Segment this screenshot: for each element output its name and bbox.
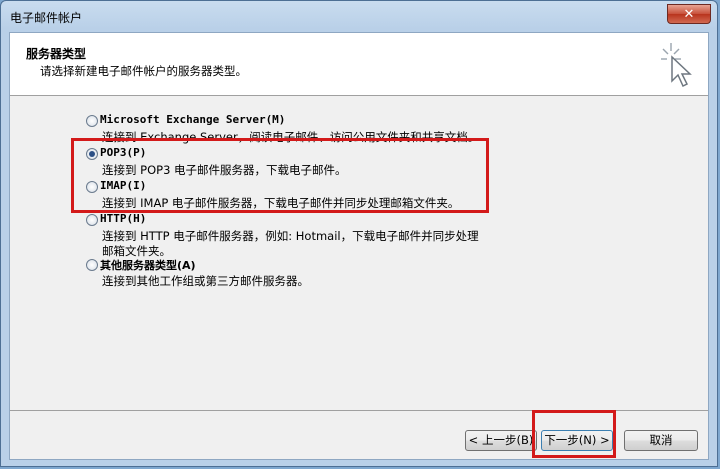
radio-exchange[interactable] (86, 115, 98, 127)
option-label-http: HTTP(H) (100, 212, 147, 225)
highlight-box-next-button (532, 410, 616, 458)
option-desc-http-line1: 连接到 HTTP 电子邮件服务器，例如: Hotmail，下载电子邮件并同步处理 (102, 229, 479, 243)
option-desc-other: 连接到其他工作组或第三方邮件服务器。 (102, 274, 309, 288)
option-desc-http-line2: 邮箱文件夹。 (102, 244, 171, 258)
close-button[interactable]: ✕ (667, 4, 711, 24)
cursor-sparkle-icon (661, 43, 692, 88)
page-subtitle: 请选择新建电子邮件帐户的服务器类型。 (40, 64, 247, 78)
highlight-box-pop3-imap (71, 138, 489, 213)
radio-http[interactable] (86, 214, 98, 226)
window-title: 电子邮件帐户 (10, 11, 83, 25)
radio-other[interactable] (86, 259, 98, 271)
wizard-header: 服务器类型 请选择新建电子邮件帐户的服务器类型。 (10, 33, 708, 96)
wizard-body: 服务器类型 请选择新建电子邮件帐户的服务器类型。 Microsoft Excha… (9, 32, 709, 460)
option-label-other: 其他服务器类型(A) (100, 259, 196, 272)
title-bar[interactable]: 电子邮件帐户 ✕ (1, 1, 717, 33)
cancel-button[interactable]: 取消 (624, 430, 698, 451)
option-label-exchange: Microsoft Exchange Server(M) (100, 113, 286, 126)
page-title: 服务器类型 (26, 47, 87, 61)
option-desc-http: 连接到 HTTP 电子邮件服务器，例如: Hotmail，下载电子邮件并同步处理… (102, 229, 479, 259)
dialog-window: 电子邮件帐户 ✕ 服务器类型 请选择新建电子邮件帐户的服务器类型。 Micros… (0, 0, 718, 467)
back-button[interactable]: < 上一步(B) (465, 430, 537, 451)
